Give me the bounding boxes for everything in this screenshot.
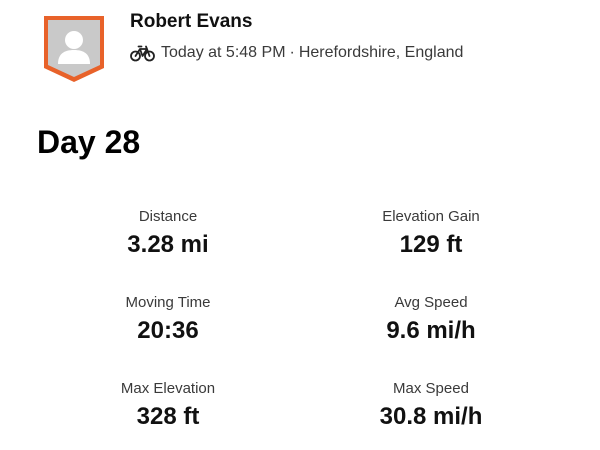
athlete-name[interactable]: Robert Evans [130,11,252,33]
user-avatar-icon [44,16,104,82]
meta-separator: · [289,44,295,61]
stat-elevation-gain: Elevation Gain 129 ft [331,208,531,259]
activity-meta: Today at 5:48 PM · Herefordshire, Englan… [130,42,463,64]
stat-moving-time: Moving Time 20:36 [68,294,268,345]
stat-label: Max Speed [393,380,469,397]
stat-max-speed: Max Speed 30.8 mi/h [331,380,531,431]
stat-label: Distance [138,208,198,225]
bike-icon [130,44,155,62]
activity-location: Herefordshire, England [298,44,464,61]
activity-title[interactable]: Day 28 [37,124,140,161]
stat-value: 20:36 [137,317,199,344]
stat-distance: Distance 3.28 mi [68,208,268,259]
stat-max-elevation: Max Elevation 328 ft [68,380,268,431]
stat-value: 30.8 mi/h [379,403,483,430]
stat-value: 3.28 mi [127,231,209,258]
stat-value: 328 ft [136,403,200,430]
avatar[interactable] [42,14,106,84]
stat-value: 9.6 mi/h [386,317,476,344]
stat-value: 129 ft [399,231,463,258]
stat-avg-speed: Avg Speed 9.6 mi/h [331,294,531,345]
activity-card: Robert Evans Today at 5:48 PM · Hereford… [0,0,600,450]
stat-label: Avg Speed [394,294,468,311]
stat-label: Elevation Gain [382,208,480,225]
activity-timestamp: Today at 5:48 PM [161,44,286,61]
stat-label: Moving Time [125,294,211,311]
stat-label: Max Elevation [120,380,216,397]
